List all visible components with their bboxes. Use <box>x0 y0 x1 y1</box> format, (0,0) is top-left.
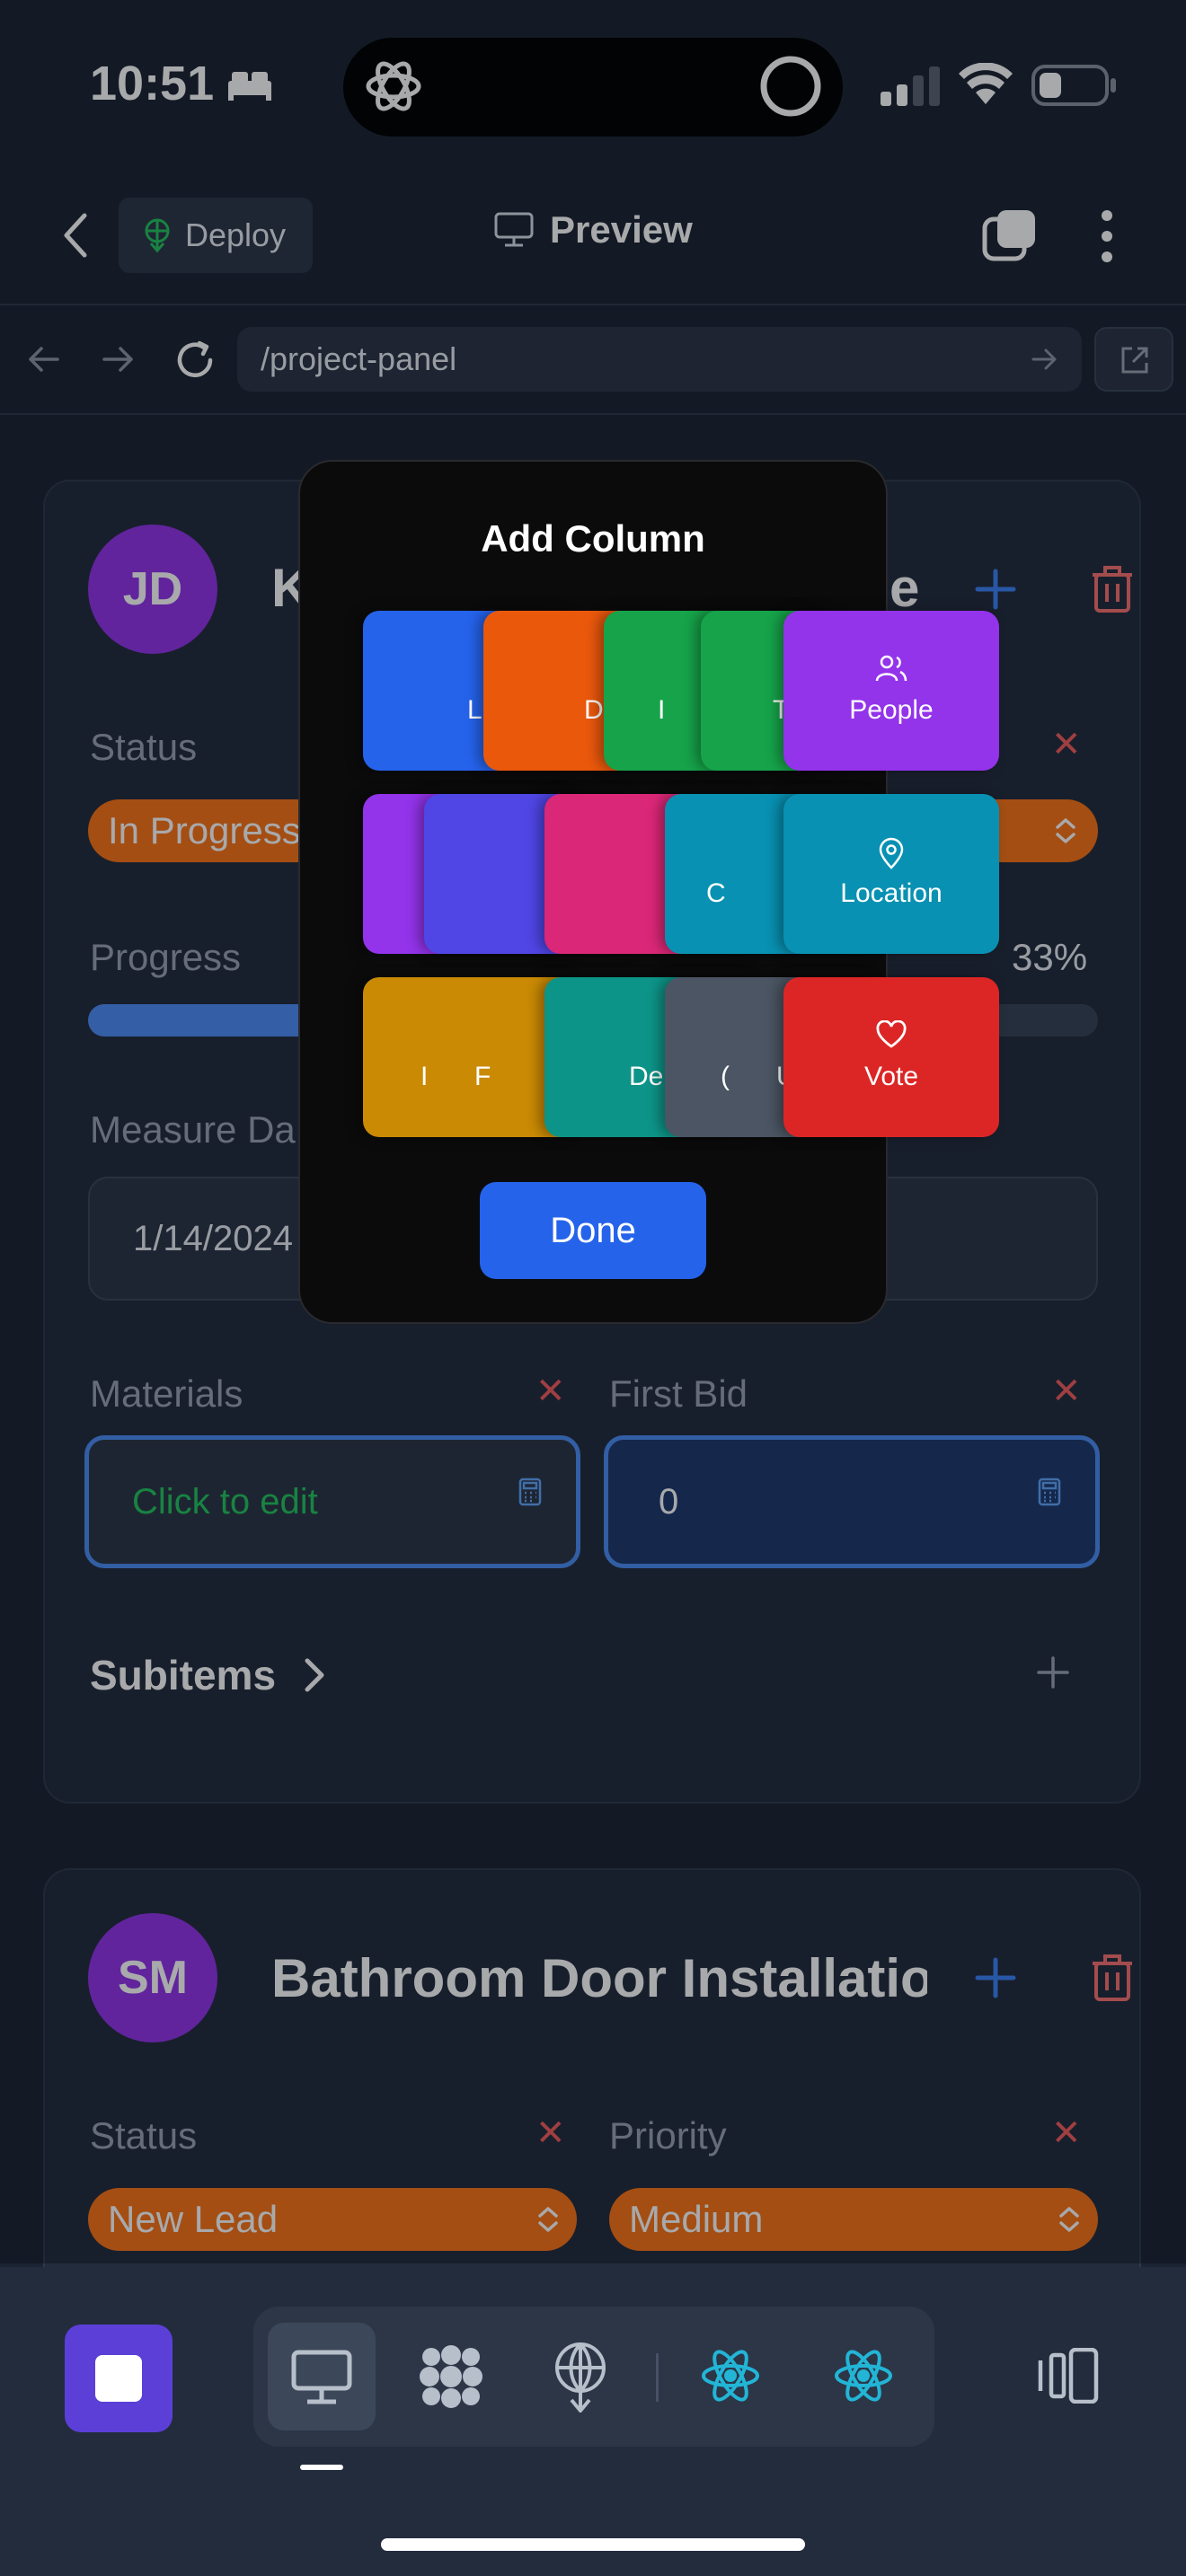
tile-label: People <box>849 695 934 725</box>
tile-label: L <box>467 695 482 725</box>
tile-label: F <box>474 1062 491 1091</box>
tile-label: I <box>658 695 666 725</box>
tile-label: Location <box>840 878 943 908</box>
cluster-icon[interactable] <box>417 2342 485 2411</box>
deploy-globe-icon[interactable] <box>552 2341 609 2413</box>
tile-label: C <box>706 878 726 908</box>
done-label: Done <box>550 1210 636 1250</box>
heart-icon <box>783 1020 999 1049</box>
tile-label: Vote <box>863 1062 919 1091</box>
column-type-people[interactable]: People <box>783 611 999 771</box>
react-icon[interactable] <box>701 2348 760 2404</box>
column-type-tile[interactable]: F <box>363 977 543 1137</box>
desktop-preview-icon[interactable] <box>291 2350 352 2405</box>
home-indicator[interactable] <box>381 2538 805 2551</box>
active-tab-indicator <box>300 2465 343 2470</box>
done-button[interactable]: Done <box>480 1182 706 1279</box>
modal-title: Add Column <box>481 517 705 560</box>
tile-label: D <box>584 695 604 725</box>
column-type-location[interactable]: Location <box>783 794 999 954</box>
device-layout-icon[interactable] <box>1037 2348 1100 2404</box>
stop-square-icon <box>95 2355 142 2402</box>
tile-label: De <box>629 1062 664 1091</box>
location-pin-icon <box>783 837 999 869</box>
tab-divider <box>656 2353 659 2402</box>
column-type-vote[interactable]: Vote <box>783 977 999 1137</box>
people-icon <box>783 654 999 683</box>
react-icon[interactable] <box>834 2348 893 2404</box>
